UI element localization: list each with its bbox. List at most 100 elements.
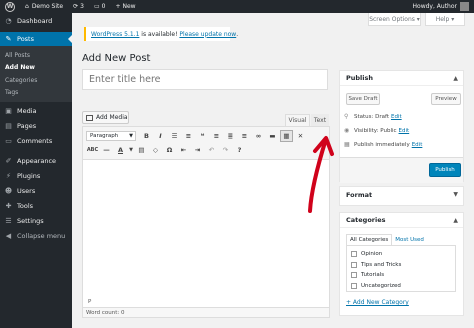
help-button[interactable]: Help ▾ bbox=[425, 13, 465, 26]
toggle-panel-icon[interactable]: ▲ bbox=[453, 75, 458, 82]
bold-button[interactable]: B bbox=[140, 130, 153, 142]
add-new-category-link[interactable]: + Add New Category bbox=[346, 299, 409, 306]
category-item[interactable]: Tips and Tricks bbox=[351, 260, 451, 271]
update-now-link[interactable]: Please update now bbox=[179, 31, 236, 38]
post-visibility: ◉ Visibility: Public Edit bbox=[344, 127, 409, 134]
sidebar-item-posts[interactable]: ✎ Posts bbox=[0, 32, 72, 46]
toggle-panel-icon[interactable]: ▼ bbox=[453, 191, 458, 198]
comments-menu[interactable]: ▭ 0 bbox=[89, 0, 111, 13]
collapse-menu-button[interactable]: ◀ Collapse menu bbox=[0, 229, 72, 243]
align-left-icon[interactable]: ≡ bbox=[210, 130, 223, 142]
sidebar-item-label: Pages bbox=[17, 122, 37, 130]
sidebar-item-comments[interactable]: ▭ Comments bbox=[0, 134, 72, 148]
sidebar-item-media[interactable]: ▣ Media bbox=[0, 104, 72, 118]
blockquote-icon[interactable]: ❝ bbox=[196, 130, 209, 142]
eye-icon: ◉ bbox=[344, 127, 350, 134]
submenu-categories[interactable]: Categories bbox=[0, 74, 72, 87]
preview-button[interactable]: Preview bbox=[431, 93, 461, 105]
new-content-menu[interactable]: + New bbox=[110, 0, 140, 13]
user-account-menu[interactable]: Howdy, Author bbox=[408, 0, 474, 13]
status-label: Status: Draft bbox=[354, 113, 389, 120]
notice-text: is available! bbox=[139, 30, 180, 38]
category-label: Tips and Tricks bbox=[361, 261, 402, 268]
plus-icon: + bbox=[115, 3, 121, 10]
add-media-button[interactable]: Add Media bbox=[82, 111, 129, 124]
format-select[interactable]: Paragraph ▼ bbox=[86, 131, 136, 141]
read-more-icon[interactable]: ▬ bbox=[266, 130, 279, 142]
collapse-icon: ◀ bbox=[5, 232, 12, 240]
category-label: Opinion bbox=[361, 251, 383, 258]
submenu-add-new[interactable]: Add New bbox=[0, 62, 72, 75]
media-icon: ▣ bbox=[5, 107, 12, 115]
sidebar-item-appearance[interactable]: ✐ Appearance bbox=[0, 154, 72, 168]
comments-count: 0 bbox=[101, 3, 106, 10]
italic-button[interactable]: I bbox=[154, 130, 167, 142]
admin-sidebar: ◔ Dashboard ✎ Posts All Posts Add New Cate… bbox=[0, 13, 72, 328]
post-title-input[interactable] bbox=[82, 69, 328, 90]
category-tabs: All Categories Most Used bbox=[346, 234, 427, 245]
checkbox[interactable] bbox=[351, 282, 357, 289]
tab-text[interactable]: Text bbox=[311, 114, 329, 126]
strikethrough-icon[interactable]: ABC bbox=[86, 144, 99, 156]
sidebar-item-plugins[interactable]: ⚡ Plugins bbox=[0, 169, 72, 183]
align-right-icon[interactable]: ≡ bbox=[238, 130, 251, 142]
checkbox[interactable] bbox=[351, 272, 357, 279]
category-item[interactable]: Uncategorized bbox=[351, 281, 451, 292]
screen-options-button[interactable]: Screen Options ▾ bbox=[368, 13, 421, 26]
sidebar-item-pages[interactable]: ▤ Pages bbox=[0, 119, 72, 133]
wordpress-version-link[interactable]: WordPress 5.1.1 bbox=[91, 31, 139, 38]
updates-count: 3 bbox=[80, 3, 84, 10]
format-box: Format ▼ bbox=[339, 186, 464, 206]
save-draft-button[interactable]: Save Draft bbox=[346, 93, 380, 105]
sidebar-item-settings[interactable]: ☰ Settings bbox=[0, 214, 72, 228]
tab-all-categories[interactable]: All Categories bbox=[346, 234, 393, 245]
edit-status-link[interactable]: Edit bbox=[391, 114, 402, 120]
checkbox[interactable] bbox=[351, 261, 357, 268]
text-color-icon[interactable]: A bbox=[114, 144, 127, 156]
numbered-list-icon[interactable]: ≡ bbox=[182, 130, 195, 142]
sidebar-item-dashboard[interactable]: ◔ Dashboard bbox=[0, 14, 72, 28]
checkbox[interactable] bbox=[351, 251, 357, 258]
help-icon[interactable]: ? bbox=[233, 144, 246, 156]
undo-icon[interactable]: ↶ bbox=[205, 144, 218, 156]
insert-link-icon[interactable]: ∞ bbox=[252, 130, 265, 142]
home-icon: ⌂ bbox=[25, 3, 29, 10]
publish-box-title: Publish bbox=[340, 71, 463, 86]
word-count: Word count: 0 bbox=[83, 307, 329, 317]
calendar-icon: ▦ bbox=[344, 141, 350, 148]
paste-as-text-icon[interactable]: ▤ bbox=[135, 144, 148, 156]
special-character-icon[interactable]: Ω bbox=[163, 144, 176, 156]
redo-icon[interactable]: ↷ bbox=[219, 144, 232, 156]
publish-button[interactable]: Publish bbox=[429, 163, 461, 177]
site-name-label: Demo Site bbox=[31, 3, 64, 10]
sidebar-item-tools[interactable]: ✚ Tools bbox=[0, 199, 72, 213]
edit-visibility-link[interactable]: Edit bbox=[399, 128, 410, 134]
posts-submenu: All Posts Add New Categories Tags bbox=[0, 46, 72, 102]
site-name-menu[interactable]: ⌂ Demo Site bbox=[20, 0, 68, 13]
sidebar-item-label: Comments bbox=[17, 137, 53, 145]
horizontal-line-icon[interactable]: — bbox=[100, 144, 113, 156]
sidebar-item-users[interactable]: ☻ Users bbox=[0, 184, 72, 198]
toggle-panel-icon[interactable]: ▲ bbox=[453, 217, 458, 224]
edit-schedule-link[interactable]: Edit bbox=[412, 142, 423, 148]
category-item[interactable]: Tutorials bbox=[351, 270, 451, 281]
outdent-icon[interactable]: ⇤ bbox=[177, 144, 190, 156]
tab-visual[interactable]: Visual bbox=[285, 114, 310, 126]
chevron-down-icon[interactable]: ▼ bbox=[128, 144, 134, 156]
sidebar-item-label: Collapse menu bbox=[17, 232, 66, 240]
wp-logo-menu[interactable]: W bbox=[0, 0, 20, 13]
clear-formatting-icon[interactable]: ◇ bbox=[149, 144, 162, 156]
submenu-all-posts[interactable]: All Posts bbox=[0, 49, 72, 62]
submenu-tags[interactable]: Tags bbox=[0, 87, 72, 100]
updates-menu[interactable]: ⟳ 3 bbox=[68, 0, 89, 13]
updates-icon: ⟳ bbox=[73, 3, 79, 10]
category-item[interactable]: Opinion bbox=[351, 249, 451, 260]
category-checklist: Opinion Tips and Tricks Tutorials Uncate… bbox=[346, 245, 456, 292]
format-box-title: Format bbox=[346, 190, 373, 199]
tab-most-used[interactable]: Most Used bbox=[392, 234, 427, 245]
align-center-icon[interactable]: ≣ bbox=[224, 130, 237, 142]
publish-box: Publish ▲ Save Draft Preview ⚲ Status: Dr… bbox=[339, 70, 464, 183]
element-path: P bbox=[88, 299, 92, 305]
bullet-list-icon[interactable]: ☰ bbox=[168, 130, 181, 142]
indent-icon[interactable]: ⇥ bbox=[191, 144, 204, 156]
